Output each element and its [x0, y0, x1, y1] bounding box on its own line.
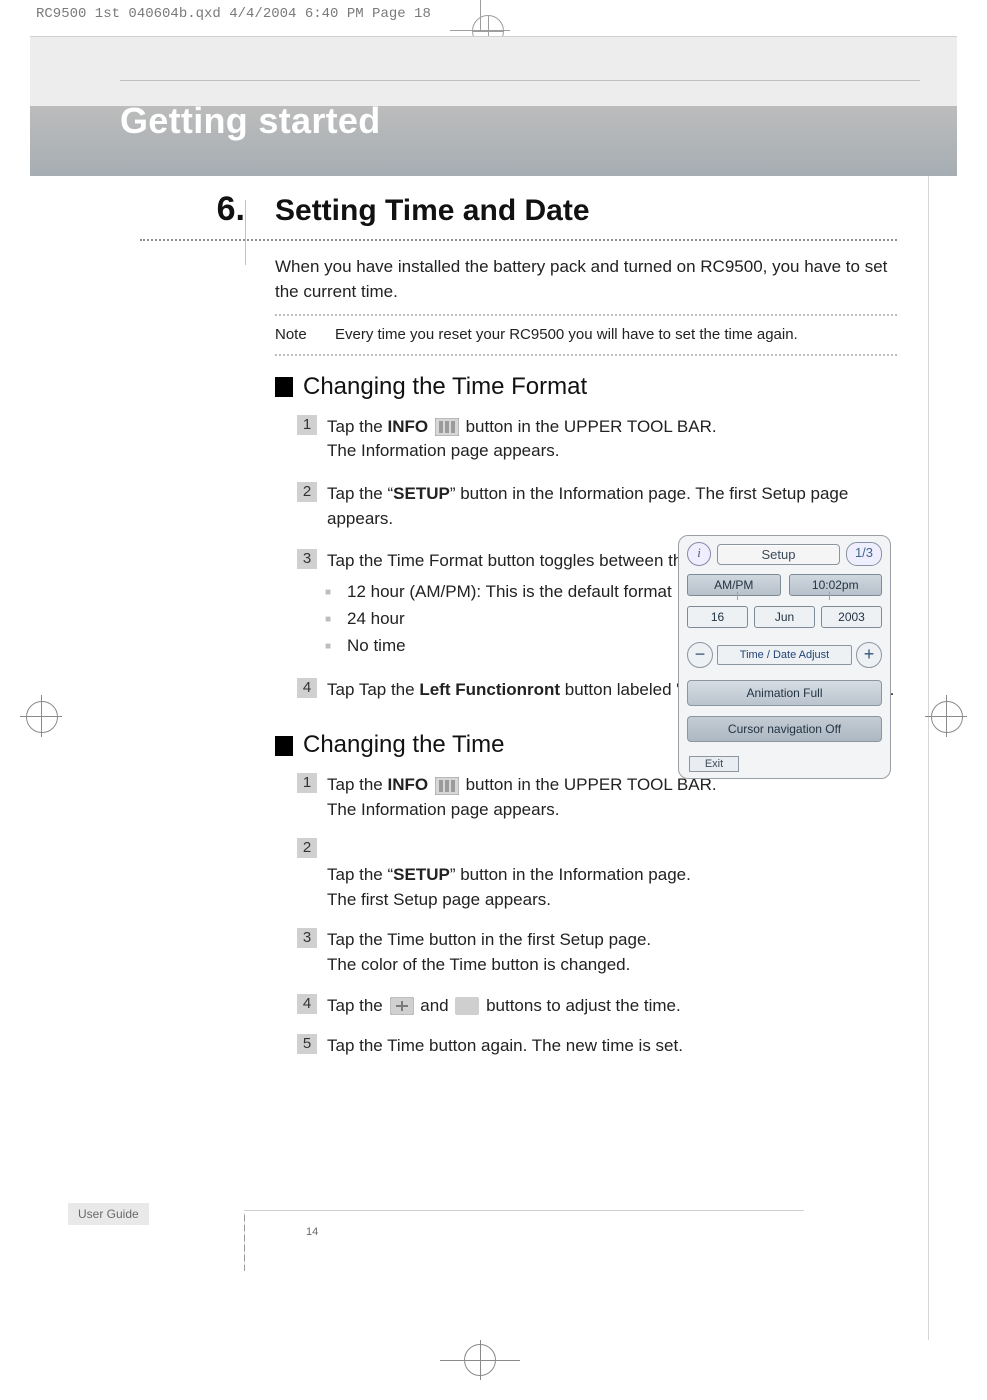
subsection1-title: Changing the Time Format: [303, 370, 587, 405]
device-ampm-button[interactable]: AM/PM: [687, 574, 781, 596]
footer-user-guide-label: User Guide: [68, 1203, 149, 1225]
device-plus-button[interactable]: +: [856, 642, 882, 668]
sub2-step1-text: Tap the INFO button in the UPPER TOOL BA…: [327, 773, 897, 822]
device-exit-button[interactable]: Exit: [689, 756, 739, 772]
step-number-1: 1: [297, 415, 317, 435]
note-text: Every time you reset your RC9500 you wil…: [335, 324, 897, 346]
device-adjust-label: Time / Date Adjust: [717, 645, 852, 665]
crop-mark-bottom: [440, 1340, 520, 1380]
device-screenshot: i Setup 1/3 AM/PM 10:02pm 16 Jun 2003 − …: [678, 535, 891, 779]
section-number: 6.: [140, 190, 245, 229]
sub2-step3-text: Tap the Time button in the first Setup p…: [327, 928, 897, 977]
device-info-icon[interactable]: i: [687, 542, 711, 566]
subsection-marker-icon: [275, 377, 293, 397]
section-title: Setting Time and Date: [275, 194, 590, 228]
footer-rule: [244, 1210, 804, 1211]
sub2-step2-text: Tap the “SETUP” button in the Informatio…: [327, 838, 897, 912]
page: RC9500 1st 040604b.qxd 4/4/2004 6:40 PM …: [0, 0, 987, 1400]
device-day-button[interactable]: 16: [687, 606, 748, 628]
footer-page-number: 14: [306, 1226, 318, 1238]
device-animation-button[interactable]: Animation Full: [687, 680, 882, 706]
trim-line-right: [928, 52, 929, 1340]
note-block: Note Every time you reset your RC9500 yo…: [275, 314, 897, 356]
device-month-button[interactable]: Jun: [754, 606, 815, 628]
sub2-step5-text: Tap the Time button again. The new time …: [327, 1034, 897, 1059]
step-number-1: 1: [297, 773, 317, 793]
device-page-indicator: 1/3: [846, 542, 882, 566]
step-number-5: 5: [297, 1034, 317, 1054]
banner-rule: [120, 80, 920, 81]
plus-button-icon: [390, 997, 414, 1015]
device-year-button[interactable]: 2003: [821, 606, 882, 628]
chapter-title: Getting started: [120, 100, 381, 142]
footer-dotted-vertical: [244, 1213, 245, 1271]
print-meta: RC9500 1st 040604b.qxd 4/4/2004 6:40 PM …: [36, 6, 431, 22]
sub1-step1-text: Tap the INFO button in the UPPER TOOL BA…: [327, 415, 897, 464]
section-intro: When you have installed the battery pack…: [275, 255, 897, 304]
sub2-step4-text: Tap the and buttons to adjust the time.: [327, 994, 897, 1019]
device-cursor-nav-button[interactable]: Cursor navigation Off: [687, 716, 882, 742]
info-toolbar-icon: [435, 777, 459, 795]
registration-mark-left: [20, 695, 62, 737]
step-number-2: 2: [297, 838, 317, 858]
step-number-3: 3: [297, 928, 317, 948]
device-header-label: Setup: [717, 544, 840, 565]
step-number-3: 3: [297, 549, 317, 569]
step-number-4: 4: [297, 678, 317, 698]
registration-mark-right: [925, 695, 967, 737]
subsection-marker-icon: [275, 736, 293, 756]
crop-mark-top: [440, 0, 520, 40]
note-label: Note: [275, 324, 335, 346]
minus-button-icon: [455, 997, 479, 1015]
device-minus-button[interactable]: −: [687, 642, 713, 668]
device-time-button[interactable]: 10:02pm: [789, 574, 883, 596]
sub1-step2-text: Tap the “SETUP” button in the Informatio…: [327, 482, 897, 531]
info-toolbar-icon: [435, 418, 459, 436]
subsection2-title: Changing the Time: [303, 728, 504, 763]
step-number-2: 2: [297, 482, 317, 502]
dotted-rule: [140, 239, 897, 241]
step-number-4: 4: [297, 994, 317, 1014]
